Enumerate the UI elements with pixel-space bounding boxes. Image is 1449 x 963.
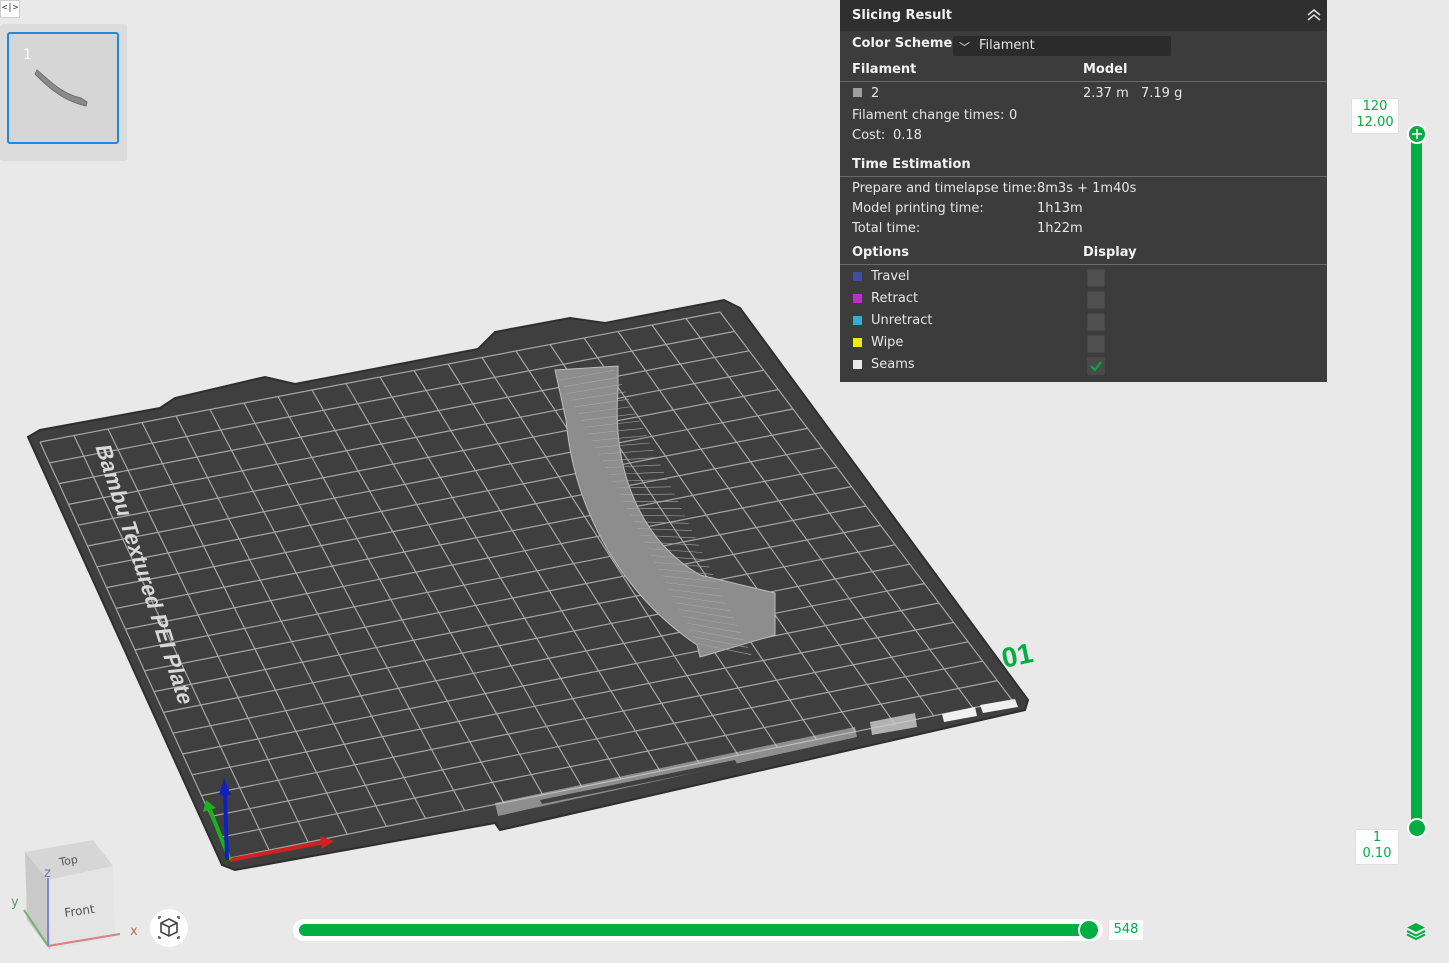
option-label-unretract: Unretract	[871, 313, 933, 328]
filament-change-label: Filament change times:	[852, 108, 1005, 123]
option-label-wipe: Wipe	[871, 335, 904, 350]
check-icon	[1090, 361, 1102, 372]
cost-value: 0.18	[893, 128, 922, 143]
prepare-time-label: Prepare and timelapse time:	[852, 181, 1037, 196]
option-color-swatch	[853, 272, 862, 281]
axis-x-label: x	[130, 924, 138, 939]
build-plate	[26, 298, 1030, 872]
layer-slider-track[interactable]	[1411, 133, 1422, 828]
filament-id: 2	[871, 86, 880, 101]
option-checkbox-wipe[interactable]	[1087, 335, 1105, 353]
model-time-label: Model printing time:	[852, 201, 984, 216]
layer-top-height: 12.00	[1356, 115, 1394, 130]
color-scheme-value: Filament	[979, 38, 1035, 53]
view-cube[interactable]: Top Front x y z	[11, 840, 138, 950]
option-color-swatch	[853, 294, 862, 303]
options-header: Options	[852, 245, 909, 260]
filament-weight: 7.19 g	[1141, 86, 1183, 101]
chevron-down-icon: ﹀	[959, 41, 970, 54]
layers-icon	[1406, 923, 1426, 941]
plus-icon	[1412, 129, 1422, 139]
move-slider-handle[interactable]	[1078, 919, 1100, 941]
option-checkbox-travel[interactable]	[1087, 269, 1105, 287]
color-scheme-dropdown[interactable]: ﹀ Filament	[953, 36, 1171, 56]
option-color-swatch	[853, 360, 862, 369]
cube-camera-icon	[158, 916, 180, 939]
prepare-time-value: 8m3s + 1m40s	[1037, 181, 1137, 196]
option-label-retract: Retract	[871, 291, 919, 306]
layer-bottom-label: 1 0.10	[1355, 829, 1399, 865]
slicing-result-panel: Slicing Result Color Scheme ﹀ Filament F…	[840, 0, 1327, 382]
cost-label: Cost:	[852, 128, 886, 143]
option-label-travel: Travel	[871, 269, 910, 284]
model-header: Model	[1083, 62, 1128, 77]
option-color-swatch	[853, 316, 862, 325]
camera-view-button[interactable]	[150, 909, 188, 947]
layer-top-label: 120 12.00	[1351, 98, 1399, 134]
layer-slider-bottom-handle[interactable]	[1407, 818, 1427, 838]
display-header: Display	[1083, 245, 1137, 260]
layers-toggle-button[interactable]	[1405, 920, 1427, 942]
time-estimation-header: Time Estimation	[852, 157, 971, 172]
filament-header: Filament	[852, 62, 917, 77]
axis-z-label: z	[44, 866, 51, 881]
layer-bottom-number: 1	[1372, 830, 1382, 845]
chevron-up-icon[interactable]	[1305, 6, 1323, 24]
filament-color-swatch	[853, 88, 862, 97]
layer-top-number: 120	[1362, 99, 1388, 114]
layer-slider-top-handle[interactable]	[1407, 124, 1427, 144]
option-checkbox-retract[interactable]	[1087, 291, 1105, 309]
move-slider-value: 548	[1109, 920, 1143, 940]
divider	[840, 81, 1327, 82]
option-checkbox-unretract[interactable]	[1087, 313, 1105, 331]
filament-change-value: 0	[1009, 108, 1018, 123]
option-checkbox-seams[interactable]	[1087, 357, 1105, 375]
model-time-value: 1h13m	[1037, 201, 1083, 216]
slicing-result-header: Slicing Result	[840, 0, 1327, 31]
option-label-seams: Seams	[871, 357, 915, 372]
filament-length: 2.37 m	[1083, 86, 1129, 101]
axis-y-label: y	[11, 895, 19, 910]
color-scheme-label: Color Scheme	[852, 36, 953, 51]
move-slider-track[interactable]	[299, 924, 1091, 936]
layer-bottom-height: 0.10	[1362, 846, 1392, 861]
option-color-swatch	[853, 338, 862, 347]
divider	[840, 176, 1327, 177]
total-time-value: 1h22m	[1037, 221, 1083, 236]
panel-title: Slicing Result	[852, 8, 953, 23]
total-time-label: Total time:	[852, 221, 921, 236]
plate-number: 01	[999, 637, 1036, 674]
divider	[840, 264, 1327, 265]
